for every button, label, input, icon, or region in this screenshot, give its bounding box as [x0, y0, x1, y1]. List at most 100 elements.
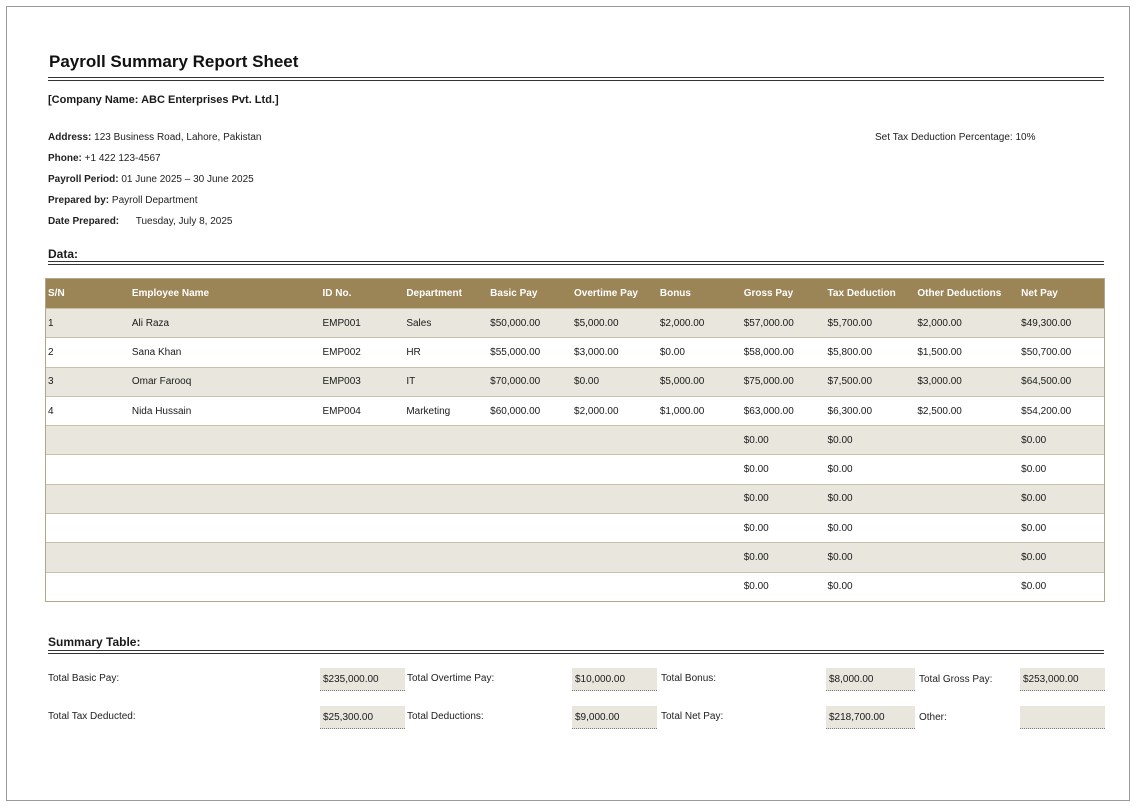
cell-gross-pay[interactable]: $63,000.00	[742, 406, 826, 417]
cell-tax-deduction[interactable]: $5,800.00	[826, 347, 916, 358]
cell-gross-pay[interactable]: $57,000.00	[742, 318, 826, 329]
cell-department[interactable]: IT	[404, 376, 488, 387]
cell-id-no[interactable]: EMP001	[320, 318, 404, 329]
summary-section-label: Summary Table:	[48, 635, 141, 649]
cell-tax-deduction[interactable]: $5,700.00	[826, 318, 916, 329]
cell-other-deductions[interactable]: $2,500.00	[915, 406, 1019, 417]
table-row: $0.00 $0.00 $0.00	[46, 454, 1104, 484]
total-net-label: Total Net Pay:	[661, 711, 724, 722]
table-row: 4 Nida Hussain EMP004 Marketing $60,000.00 $2…	[46, 395, 1104, 426]
cell-tax-deduction[interactable]: $0.00	[826, 523, 916, 534]
cell-net-pay[interactable]: $49,300.00	[1019, 318, 1104, 329]
cell-employee-name[interactable]: Sana Khan	[130, 347, 321, 358]
cell-tax-deduction[interactable]: $6,300.00	[826, 406, 916, 417]
cell-employee-name[interactable]: Nida Hussain	[130, 406, 321, 417]
header-employee-name: Employee Name	[131, 288, 210, 299]
cell-net-pay[interactable]: $64,500.00	[1019, 376, 1104, 387]
cell-net-pay[interactable]: $54,200.00	[1019, 406, 1104, 417]
cell-net-pay[interactable]: $0.00	[1019, 493, 1104, 504]
date-value[interactable]: Tuesday, July 8, 2025	[136, 216, 233, 227]
cell-tax-deduction[interactable]: $0.00	[826, 581, 916, 592]
prepared-by-value[interactable]: Payroll Department	[112, 195, 198, 206]
total-tax-label: Total Tax Deducted:	[48, 711, 136, 722]
cell-tax-deduction[interactable]: $0.00	[826, 435, 916, 446]
total-deductions-value[interactable]: $9,000.00	[572, 706, 657, 729]
cell-bonus[interactable]: $1,000.00	[658, 406, 742, 417]
tax-setting-value[interactable]: 10%	[1015, 132, 1035, 143]
tax-setting: Set Tax Deduction Percentage: 10%	[875, 132, 1035, 143]
cell-other-deductions[interactable]: $3,000.00	[915, 376, 1019, 387]
cell-gross-pay[interactable]: $75,000.00	[742, 376, 826, 387]
period-line: Payroll Period: 01 June 2025 – 30 June 2…	[48, 174, 254, 185]
phone-line: Phone: +1 422 123-4567	[48, 153, 161, 164]
phone-value[interactable]: +1 422 123-4567	[85, 153, 161, 164]
cell-gross-pay[interactable]: $0.00	[742, 552, 826, 563]
cell-tax-deduction[interactable]: $0.00	[826, 552, 916, 563]
page-title: Payroll Summary Report Sheet	[49, 52, 299, 71]
payroll-table: S/N Employee Name ID No. Department Basic Pa…	[45, 278, 1105, 602]
cell-gross-pay[interactable]: $58,000.00	[742, 347, 826, 358]
total-overtime-value[interactable]: $10,000.00	[572, 668, 657, 691]
cell-gross-pay[interactable]: $0.00	[742, 523, 826, 534]
cell-other-deductions[interactable]: $1,500.00	[915, 347, 1019, 358]
total-basic-value[interactable]: $235,000.00	[320, 668, 405, 691]
cell-department[interactable]: HR	[404, 347, 488, 358]
table-row: $0.00 $0.00 $0.00	[46, 542, 1104, 572]
cell-basic-pay[interactable]: $70,000.00	[488, 376, 572, 387]
cell-overtime-pay[interactable]: $0.00	[572, 376, 658, 387]
total-tax-value[interactable]: $25,300.00	[320, 706, 405, 729]
cell-net-pay[interactable]: $0.00	[1019, 581, 1104, 592]
title-divider	[48, 77, 1104, 81]
cell-sn[interactable]: 1	[46, 318, 130, 329]
cell-overtime-pay[interactable]: $5,000.00	[572, 318, 658, 329]
cell-tax-deduction[interactable]: $0.00	[826, 464, 916, 475]
cell-net-pay[interactable]: $0.00	[1019, 435, 1104, 446]
cell-net-pay[interactable]: $0.00	[1019, 464, 1104, 475]
cell-net-pay[interactable]: $0.00	[1019, 552, 1104, 563]
cell-gross-pay[interactable]: $0.00	[742, 435, 826, 446]
total-net-value[interactable]: $218,700.00	[826, 706, 915, 729]
cell-department[interactable]: Sales	[404, 318, 488, 329]
cell-sn[interactable]: 2	[46, 347, 130, 358]
cell-id-no[interactable]: EMP004	[320, 406, 404, 417]
cell-department[interactable]: Marketing	[404, 406, 488, 417]
period-value[interactable]: 01 June 2025 – 30 June 2025	[121, 174, 253, 185]
cell-basic-pay[interactable]: $55,000.00	[488, 347, 572, 358]
cell-basic-pay[interactable]: $50,000.00	[488, 318, 572, 329]
data-divider	[48, 261, 1104, 265]
cell-gross-pay[interactable]: $0.00	[742, 581, 826, 592]
data-section-label: Data:	[48, 247, 79, 261]
total-bonus-value[interactable]: $8,000.00	[826, 668, 915, 691]
cell-basic-pay[interactable]: $60,000.00	[488, 406, 572, 417]
cell-tax-deduction[interactable]: $0.00	[826, 493, 916, 504]
address-label: Address:	[48, 132, 92, 143]
table-row: $0.00 $0.00 $0.00	[46, 483, 1104, 514]
cell-bonus[interactable]: $5,000.00	[658, 376, 742, 387]
cell-gross-pay[interactable]: $0.00	[742, 493, 826, 504]
other-value[interactable]	[1020, 706, 1105, 729]
header-overtime-pay: Overtime Pay	[574, 288, 638, 299]
total-bonus-label: Total Bonus:	[661, 673, 717, 684]
phone-label: Phone:	[48, 153, 82, 164]
date-label: Date Prepared:	[48, 216, 120, 227]
cell-other-deductions[interactable]: $2,000.00	[915, 318, 1019, 329]
cell-sn[interactable]: 3	[46, 376, 130, 387]
address-value[interactable]: 123 Business Road, Lahore, Pakistan	[94, 132, 261, 143]
header-id-no: ID No.	[322, 288, 352, 299]
cell-overtime-pay[interactable]: $2,000.00	[572, 406, 658, 417]
cell-bonus[interactable]: $2,000.00	[658, 318, 742, 329]
cell-sn[interactable]: 4	[46, 406, 130, 417]
cell-overtime-pay[interactable]: $3,000.00	[572, 347, 658, 358]
cell-gross-pay[interactable]: $0.00	[742, 464, 826, 475]
cell-net-pay[interactable]: $0.00	[1019, 523, 1104, 534]
cell-bonus[interactable]: $0.00	[658, 347, 742, 358]
cell-id-no[interactable]: EMP003	[320, 376, 404, 387]
cell-tax-deduction[interactable]: $7,500.00	[826, 376, 916, 387]
cell-employee-name[interactable]: Omar Farooq	[130, 376, 321, 387]
table-row: $0.00 $0.00 $0.00	[46, 425, 1104, 455]
cell-net-pay[interactable]: $50,700.00	[1019, 347, 1104, 358]
cell-id-no[interactable]: EMP002	[320, 347, 404, 358]
cell-employee-name[interactable]: Ali Raza	[130, 318, 321, 329]
total-gross-value[interactable]: $253,000.00	[1020, 668, 1105, 691]
company-name[interactable]: [Company Name: ABC Enterprises Pvt. Ltd.…	[48, 94, 279, 106]
